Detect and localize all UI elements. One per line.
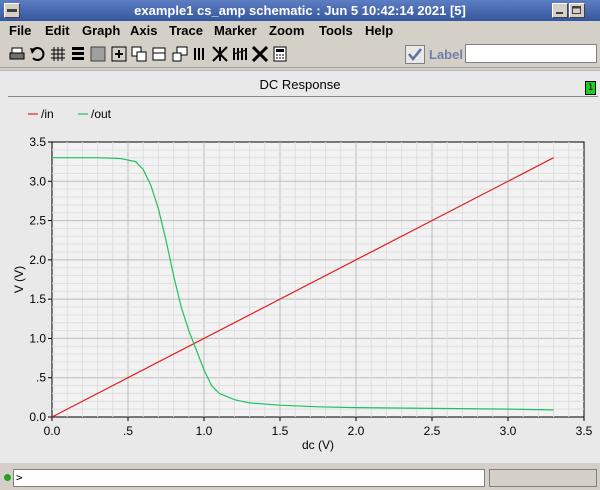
x-tick-label: .5: [123, 424, 133, 438]
y-tick-label: 2.5: [29, 214, 46, 228]
menu-edit[interactable]: Edit: [45, 23, 70, 38]
y-tick-label: 0.0: [29, 410, 46, 424]
x-tick-label: 2.5: [424, 424, 441, 438]
x-tick-label: 1.5: [272, 424, 289, 438]
menu-trace[interactable]: Trace: [169, 23, 203, 38]
list-icon[interactable]: [172, 46, 188, 62]
minimize-icon[interactable]: [552, 3, 568, 18]
menu-marker[interactable]: Marker: [214, 23, 257, 38]
plot-title: DC Response: [259, 77, 341, 92]
menu-bar: File Edit Graph Axis Trace Marker Zoom T…: [0, 21, 600, 41]
status-indicator-icon: [4, 474, 11, 481]
frame-icon[interactable]: [90, 46, 106, 62]
window-icon[interactable]: [131, 46, 147, 62]
legend-label: /out: [91, 107, 112, 121]
menu-graph[interactable]: Graph: [82, 23, 120, 38]
x-axis-label: dc (V): [302, 438, 334, 452]
calculator-icon[interactable]: [272, 46, 288, 62]
label-input[interactable]: [465, 44, 597, 63]
delete-marker-icon[interactable]: [212, 46, 228, 62]
command-input[interactable]: >: [13, 469, 485, 487]
maximize-icon[interactable]: [569, 3, 585, 18]
y-tick-label: .5: [36, 371, 46, 385]
label-checkbox[interactable]: [405, 45, 425, 64]
strip-icon[interactable]: [70, 46, 86, 62]
menu-axis[interactable]: Axis: [130, 23, 157, 38]
y-tick-label: 1.5: [29, 292, 46, 306]
axis-strip-icon[interactable]: [232, 46, 248, 62]
check-icon: [408, 48, 422, 62]
menu-file[interactable]: File: [9, 23, 31, 38]
y-tick-label: 3.0: [29, 174, 46, 188]
subwindow-indicator[interactable]: 1: [585, 81, 596, 95]
new-window-icon[interactable]: [151, 46, 167, 62]
menu-tools[interactable]: Tools: [319, 23, 353, 38]
x-tick-label: 3.5: [576, 424, 593, 438]
y-tick-label: 3.5: [29, 135, 46, 149]
title-bar: example1 cs_amp schematic : Jun 5 10:42:…: [0, 0, 600, 21]
x-tick-label: 3.0: [500, 424, 517, 438]
grid-icon[interactable]: [50, 46, 66, 62]
menu-help[interactable]: Help: [365, 23, 393, 38]
y-tick-label: 1.0: [29, 331, 46, 345]
title-divider: [8, 96, 598, 97]
x-tick-label: 2.0: [348, 424, 365, 438]
y-axis-label: V (V): [12, 266, 26, 293]
dc-response-chart[interactable]: /in/out 0.0 .5 1.0 1.5 2.0 2.5 3.0 3.5 0.0 .5 1.0 1…: [0, 100, 600, 462]
x-tick-label: 0.0: [44, 424, 61, 438]
marker-icon[interactable]: [192, 46, 208, 62]
print-icon[interactable]: [9, 46, 25, 62]
zoom-fit-icon[interactable]: [111, 46, 127, 62]
menu-zoom[interactable]: Zoom: [269, 23, 304, 38]
x-tick-label: 1.0: [196, 424, 213, 438]
status-field: [489, 469, 597, 487]
undo-icon[interactable]: [29, 46, 45, 62]
label-caption: Label: [429, 47, 463, 62]
y-tick-label: 2.0: [29, 253, 46, 267]
legend: /in/out: [28, 107, 112, 121]
delete-icon[interactable]: [252, 46, 268, 62]
legend-label: /in: [41, 107, 54, 121]
window-title: example1 cs_amp schematic : Jun 5 10:42:…: [134, 3, 466, 18]
